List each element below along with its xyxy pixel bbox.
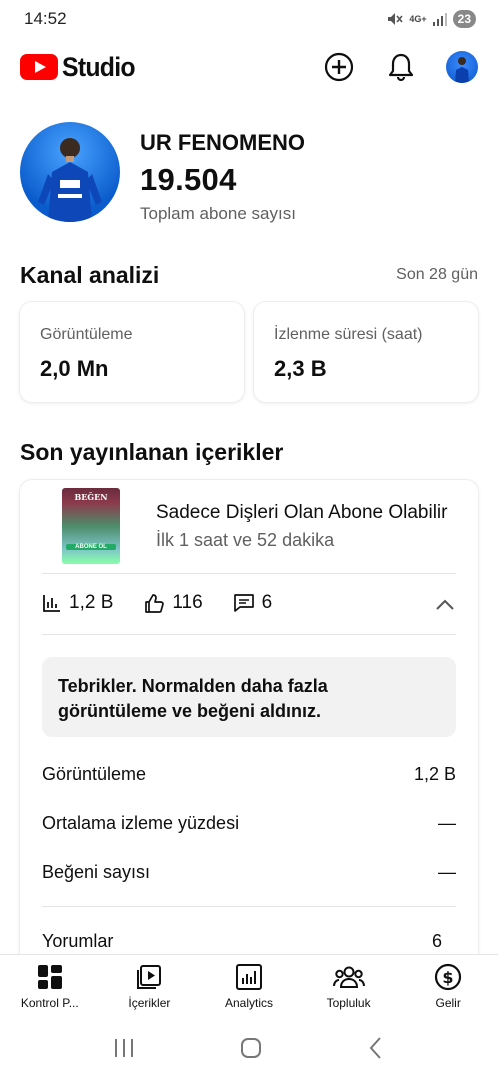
channel-header: UR FENOMENO 19.504 Toplam abone sayısı [20,122,480,223]
divider [42,573,456,574]
youtube-play-icon [20,54,58,80]
bottom-nav: Kontrol P... İçerikler Analytics Toplulu… [0,954,498,1016]
status-time: 14:52 [24,9,67,28]
collapse-button[interactable] [434,594,456,621]
metric-row: Beğeni sayısı — [42,862,456,883]
views-stat-value: 1,2 B [69,592,114,613]
metric-label: Yorumlar [42,931,114,951]
nav-community[interactable]: Topluluk [299,955,399,1016]
video-subtitle: İlk 1 saat ve 52 dakika [156,530,335,550]
analytics-period[interactable]: Son 28 gün [396,266,478,284]
metric-label: Ortalama izleme yüzdesi [42,813,240,833]
channel-name: UR FENOMENO [140,130,305,155]
battery-indicator: 23 [452,10,476,28]
recent-content-title: Son yayınlanan içerikler [20,439,284,465]
watch-time-card[interactable]: İzlenme süresi (saat) 2,3 B [254,302,478,402]
nav-label: İçerikler [128,996,171,1010]
dashboard-icon [37,965,62,989]
analytics-icon [235,964,262,990]
back-icon[interactable] [366,1036,386,1060]
recent-apps-icon[interactable] [112,1037,136,1059]
views-card-label: Görüntüleme [40,326,133,343]
community-icon [332,966,365,988]
comment-icon [233,594,254,612]
mute-icon [388,13,403,25]
plus-circle-icon [324,52,354,82]
analytics-title: Kanal analizi [20,262,160,288]
create-button[interactable] [322,50,356,84]
divider [42,634,456,635]
thumbnail-text-top: BEĞEN [74,492,108,502]
nav-earn[interactable]: $ Gelir [398,955,498,1016]
views-card-value: 2,0 Mn [40,356,109,381]
subscriber-count: 19.504 [140,162,237,197]
likes-stat: 116 [143,592,203,614]
subscriber-label: Toplam abone sayısı [140,204,296,223]
player-avatar-icon [455,57,469,83]
watch-time-card-value: 2,3 B [274,356,327,381]
svg-text:$: $ [443,968,454,987]
metric-row: Görüntüleme 1,2 B [42,764,456,785]
player-avatar-icon [38,138,102,222]
nav-label: Topluluk [326,996,371,1010]
nav-label: Gelir [435,996,461,1010]
recent-video-card: BEĞEN ABONE OL Sadece Dişleri Olan Abone… [20,480,478,980]
nav-dashboard[interactable]: Kontrol P... [0,955,100,1016]
app-bar: Studio [0,44,498,90]
content-icon [137,965,162,989]
bar-chart-icon [43,595,60,612]
video-thumbnail[interactable]: BEĞEN ABONE OL [62,488,120,564]
chevron-up-icon [436,599,454,610]
metric-value: — [438,862,456,882]
views-card[interactable]: Görüntüleme 2,0 Mn [20,302,244,402]
youtube-studio-logo[interactable]: Studio [20,52,141,83]
signal-icon [432,12,447,26]
notifications-button[interactable] [384,50,418,84]
logo-text: Studio [62,51,136,82]
status-bar: 14:52 4G+ 23 [0,0,498,38]
performance-message: Tebrikler. Normalden daha fazla görüntül… [42,657,456,737]
comments-stat: 6 [233,592,273,614]
system-nav-bar [0,1016,498,1080]
metric-row: Ortalama izleme yüzdesi — [42,813,456,834]
metric-value: 1,2 B [413,764,456,784]
channel-avatar[interactable] [20,122,120,222]
nav-content[interactable]: İçerikler [100,955,200,1016]
nav-label: Kontrol P... [20,996,79,1010]
home-icon[interactable] [239,1036,263,1060]
likes-stat-value: 116 [172,592,203,613]
metric-value: — [438,813,456,833]
metric-row: Yorumlar 6 [42,931,442,952]
status-icons: 4G+ 23 [387,10,476,28]
metric-label: Görüntüleme [42,764,147,784]
metric-value: 6 [431,931,442,951]
watch-time-card-label: İzlenme süresi (saat) [274,326,423,343]
metric-label: Beğeni sayısı [42,862,151,882]
account-avatar[interactable] [446,51,478,83]
comments-stat-value: 6 [261,592,273,613]
nav-label: Analytics [224,996,273,1010]
video-title[interactable]: Sadece Dişleri Olan Abone Olabilir [156,502,462,524]
network-label: 4G+ [409,14,427,24]
views-stat: 1,2 B [42,592,113,614]
thumbnail-text-bottom: ABONE OL [66,544,116,550]
divider [42,906,456,907]
nav-analytics[interactable]: Analytics [199,955,299,1016]
video-stats: 1,2 B 116 6 [42,592,272,614]
thumbs-up-icon [145,594,165,613]
earn-icon: $ [435,963,462,991]
bell-icon [388,53,414,82]
